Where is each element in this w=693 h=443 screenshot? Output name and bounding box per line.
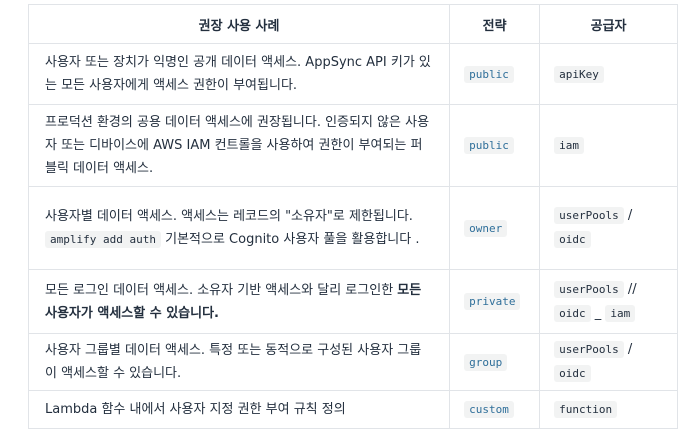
provider-cell: userPools // oidc _ iam bbox=[539, 269, 678, 334]
strategy-code: owner bbox=[464, 219, 508, 237]
use-case-text-cont: 기본적으로 Cognito 사용자 풀을 활용합니다 . bbox=[165, 232, 420, 247]
strategy-code: public bbox=[464, 137, 514, 154]
strategy-code: public bbox=[464, 65, 514, 83]
provider-separator: // bbox=[627, 281, 637, 297]
table-row: 모든 로그인 데이터 액세스. 소유자 기반 액세스와 달리 로그인한 모든 사… bbox=[27, 269, 678, 334]
provider-code: oidc bbox=[554, 304, 591, 322]
provider-separator: _ bbox=[594, 305, 602, 321]
provider-separator: / bbox=[627, 208, 633, 223]
table-row: 사용자 그룹별 데이터 액세스. 특정 또는 동적으로 구성된 사용자 그룹이 … bbox=[27, 333, 678, 391]
provider-cell: iam bbox=[539, 104, 678, 187]
use-case-cell: 사용자별 데이터 액세스. 액세스는 레코드의 "소유자"로 제한됩니다. am… bbox=[27, 186, 451, 270]
provider-separator: / bbox=[627, 342, 633, 357]
header-strategy: 전략 bbox=[449, 4, 541, 44]
provider-code: userPools bbox=[554, 280, 624, 298]
use-case-cell: 사용자 그룹별 데이터 액세스. 특정 또는 동적으로 구성된 사용자 그룹이 … bbox=[27, 333, 451, 391]
provider-code: oidc bbox=[554, 365, 591, 382]
table-row: 사용자별 데이터 액세스. 액세스는 레코드의 "소유자"로 제한됩니다. am… bbox=[27, 186, 678, 270]
strategy-cell: owner bbox=[449, 186, 541, 270]
use-case-text: 사용자 또는 장치가 익명인 공개 데이터 액세스. AppSync API 키… bbox=[45, 55, 431, 93]
provider-code: userPools bbox=[554, 207, 624, 224]
strategy-cell: private bbox=[449, 269, 541, 334]
strategy-code: group bbox=[464, 353, 508, 371]
provider-code: iam bbox=[605, 304, 636, 322]
provider-cell: userPools / oidc bbox=[539, 186, 678, 270]
use-case-text: 사용자별 데이터 액세스. 액세스는 레코드의 "소유자"로 제한됩니다. bbox=[45, 209, 413, 224]
provider-cell: apiKey bbox=[539, 43, 678, 105]
use-case-text: 모든 로그인 데이터 액세스. 소유자 기반 액세스와 달리 로그인한 bbox=[45, 282, 394, 298]
use-case-text: 사용자 그룹별 데이터 액세스. 특정 또는 동적으로 구성된 사용자 그룹이 … bbox=[45, 343, 422, 381]
strategy-cell: custom bbox=[449, 390, 541, 429]
strategy-cell: public bbox=[449, 43, 541, 105]
provider-cell: function bbox=[539, 390, 678, 429]
use-case-cell: 사용자 또는 장치가 익명인 공개 데이터 액세스. AppSync API 키… bbox=[27, 43, 451, 105]
strategy-code: private bbox=[464, 293, 521, 310]
strategy-cell: public bbox=[449, 104, 541, 187]
strategy-code: custom bbox=[464, 401, 514, 418]
header-provider: 공급자 bbox=[539, 4, 678, 44]
header-use-case: 권장 사용 사례 bbox=[27, 4, 451, 44]
provider-code: iam bbox=[554, 137, 584, 154]
inline-command-code: amplify add auth bbox=[45, 231, 161, 248]
auth-strategy-table: 권장 사용 사례 전략 공급자 사용자 또는 장치가 익명인 공개 데이터 액세… bbox=[27, 4, 678, 429]
table-row: 사용자 또는 장치가 익명인 공개 데이터 액세스. AppSync API 키… bbox=[27, 43, 678, 105]
table-row: Lambda 함수 내에서 사용자 지정 권한 부여 규칙 정의 custom … bbox=[27, 390, 678, 429]
table-header-row: 권장 사용 사례 전략 공급자 bbox=[27, 4, 678, 44]
provider-code: userPools bbox=[554, 341, 624, 358]
provider-code: oidc bbox=[554, 231, 591, 248]
strategy-cell: group bbox=[449, 333, 541, 391]
use-case-text: 프로덕션 환경의 공용 데이터 액세스에 권장됩니다. 인증되지 않은 사용자 … bbox=[45, 115, 430, 176]
use-case-cell: 모든 로그인 데이터 액세스. 소유자 기반 액세스와 달리 로그인한 모든 사… bbox=[27, 269, 451, 334]
table-row: 프로덕션 환경의 공용 데이터 액세스에 권장됩니다. 인증되지 않은 사용자 … bbox=[27, 104, 678, 187]
provider-code: function bbox=[554, 401, 618, 418]
provider-cell: userPools / oidc bbox=[539, 333, 678, 391]
use-case-cell: 프로덕션 환경의 공용 데이터 액세스에 권장됩니다. 인증되지 않은 사용자 … bbox=[27, 104, 451, 187]
use-case-cell: Lambda 함수 내에서 사용자 지정 권한 부여 규칙 정의 bbox=[27, 390, 451, 429]
use-case-text: Lambda 함수 내에서 사용자 지정 권한 부여 규칙 정의 bbox=[45, 402, 346, 417]
provider-code: apiKey bbox=[554, 65, 604, 83]
